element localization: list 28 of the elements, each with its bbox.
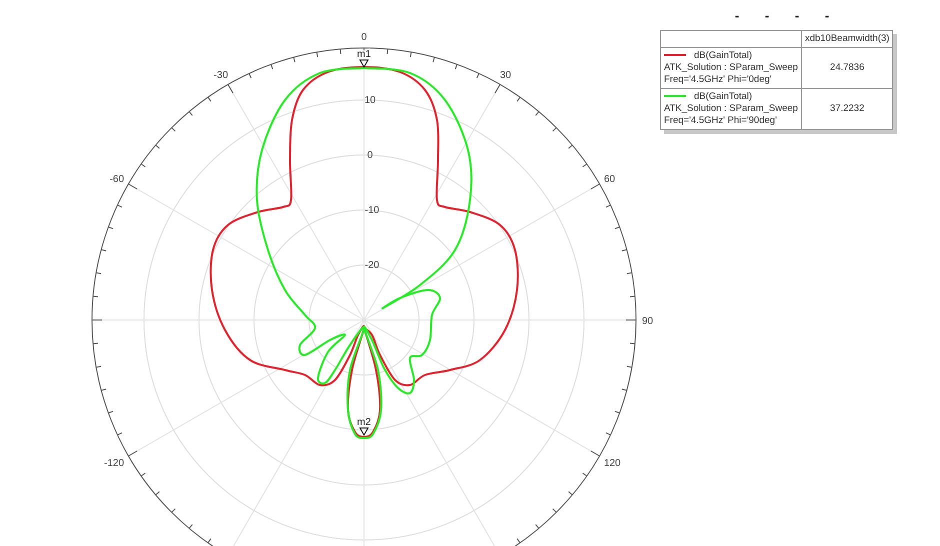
table-cell: 37.2232	[801, 88, 893, 130]
angle-label: 90	[642, 316, 654, 327]
table-cell: 24.7836	[801, 48, 893, 88]
radius-label: 0	[367, 150, 373, 161]
marker-icon	[359, 428, 369, 436]
marker-icon	[359, 60, 369, 68]
angle-label: 120	[604, 458, 621, 469]
angle-label: 30	[500, 70, 512, 82]
radius-label: -10	[364, 205, 380, 216]
trace-name: dB(GainTotal)	[694, 50, 752, 61]
marker-label: m2	[357, 417, 371, 428]
dash-mark: -	[764, 8, 770, 22]
trace-description: Freq='4.5GHz' Phi='0deg'	[664, 74, 773, 86]
angle-label: 0	[361, 32, 367, 43]
trace-description: ATK_Solution : SParam_Sweep	[664, 62, 798, 74]
radius-label: -20	[364, 260, 380, 271]
dash-mark: -	[824, 8, 830, 22]
angle-label: 60	[604, 174, 616, 185]
dash-mark: -	[794, 8, 800, 22]
table-cell: xdb10Beamwidth(3)	[801, 30, 893, 48]
dash-mark: -	[734, 8, 740, 22]
trace-name: dB(GainTotal)	[694, 91, 752, 102]
angle-label: -120	[104, 458, 124, 469]
radius-label: 10	[364, 95, 376, 106]
angle-label: -30	[214, 70, 228, 82]
trace-description: ATK_Solution : SParam_Sweep	[664, 103, 798, 115]
angle-label: -60	[110, 174, 124, 185]
trace-description: Freq='4.5GHz' Phi='90deg'	[664, 115, 778, 127]
